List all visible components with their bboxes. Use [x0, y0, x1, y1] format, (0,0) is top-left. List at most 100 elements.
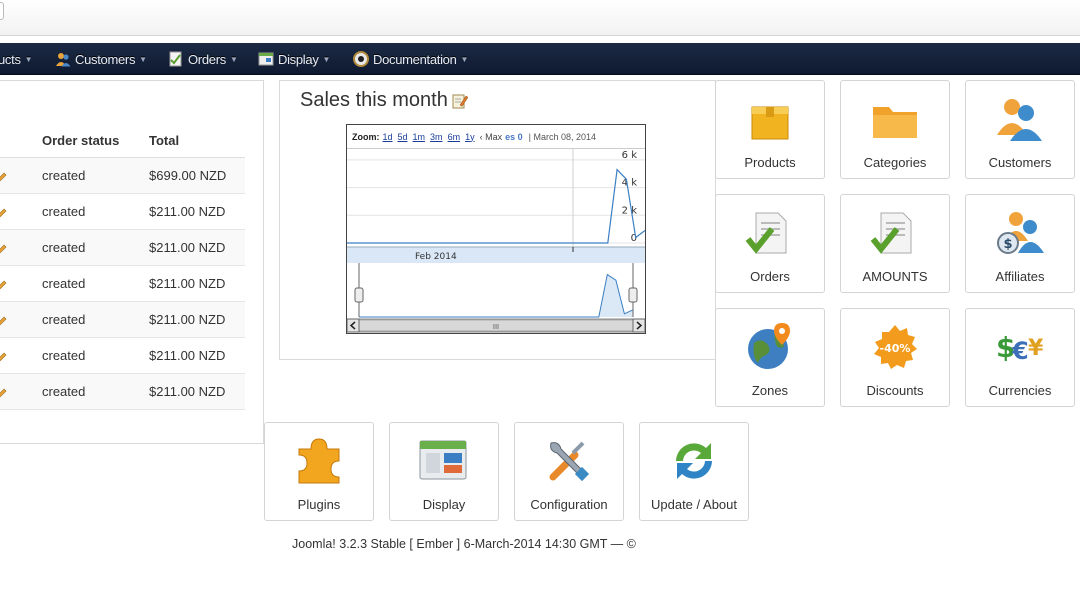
tile-label: Discounts	[866, 383, 924, 398]
table-row[interactable]: created $211.00 NZD	[0, 373, 245, 410]
pencil-icon[interactable]	[0, 351, 7, 361]
sales-chart: Zoom: 1d 5d 1m 3m 6m 1y ‹ Max es 0 | Mar…	[346, 124, 646, 334]
chart-navigator-area	[359, 269, 633, 317]
order-total-cell: $699.00 NZD	[149, 157, 245, 194]
tile-plugins[interactable]: Plugins	[264, 422, 374, 521]
row-edit-cell[interactable]	[0, 337, 42, 374]
tile-label: Products	[744, 155, 796, 170]
zoom-1y[interactable]: 1y	[465, 132, 475, 142]
caret-down-icon: ▼	[24, 54, 33, 64]
discount-badge-icon: -40%	[874, 325, 917, 369]
chart-series-line	[347, 168, 645, 244]
pencil-icon[interactable]	[0, 243, 7, 253]
update-icon	[676, 443, 712, 479]
tile-label: Zones	[751, 383, 789, 398]
tile-amounts[interactable]: AMOUNTS	[840, 194, 950, 293]
browser-top-bar	[0, 0, 1080, 36]
nav-item-customers[interactable]: Customers ▼	[55, 43, 147, 75]
navigator-right-handle[interactable]	[628, 287, 638, 303]
table-row[interactable]: created $699.00 NZD	[0, 157, 245, 194]
customers-people-icon	[997, 99, 1042, 141]
sales-title-text: Sales this month	[300, 89, 448, 111]
scroll-left-button[interactable]	[347, 318, 360, 333]
sales-this-month-panel: Sales this month Zoom: 1d 5d 1m 3m 6m 1y…	[279, 80, 716, 360]
table-row[interactable]: created $211.00 NZD	[0, 265, 245, 302]
tile-label: Configuration	[530, 497, 608, 512]
tile-customers[interactable]: Customers	[965, 80, 1075, 179]
order-status-cell: created	[42, 229, 149, 266]
nav-item-products[interactable]: ucts ▼	[0, 43, 33, 75]
row-edit-cell[interactable]	[0, 157, 42, 194]
table-row[interactable]: created $211.00 NZD	[0, 301, 245, 338]
nav-item-orders[interactable]: Orders ▼	[168, 43, 238, 75]
zoom-3m[interactable]: 3m	[430, 132, 443, 142]
tile-categories[interactable]: Categories	[840, 80, 950, 179]
tile-display[interactable]: Display	[389, 422, 499, 521]
zoom-max[interactable]: ‹ Max	[480, 132, 503, 142]
tile-currencies[interactable]: $ € ¥ Currencies	[965, 308, 1075, 407]
nav-item-label: Orders	[188, 51, 226, 67]
zoom-1d[interactable]: 1d	[383, 132, 393, 142]
zoom-es-value: es 0	[505, 131, 523, 142]
tile-discounts[interactable]: -40% Discounts	[840, 308, 950, 407]
nav-item-display[interactable]: Display ▼	[258, 43, 330, 75]
tile-affiliates[interactable]: $ Affiliates	[965, 194, 1075, 293]
footer-version: Joomla! 3.2.3 Stable [ Ember ] 6-March-2…	[292, 537, 636, 551]
svg-text:¥: ¥	[1028, 336, 1044, 361]
nav-item-documentation[interactable]: Documentation ▼	[353, 43, 468, 75]
orders-icon	[169, 51, 182, 67]
tile-zones[interactable]: Zones	[715, 308, 825, 407]
caret-down-icon: ▼	[229, 54, 238, 64]
tile-label: Display	[422, 497, 466, 512]
order-status-cell: created	[42, 265, 149, 302]
main-navbar: ucts ▼ Customers ▼ Orders ▼ Display ▼ Do…	[0, 43, 1080, 75]
puzzle-icon	[298, 438, 340, 484]
zoom-6m[interactable]: 6m	[448, 132, 461, 142]
tile-products[interactable]: Products	[715, 80, 825, 179]
chart-y-tick-label: 6 k	[622, 150, 638, 161]
pencil-icon[interactable]	[0, 171, 7, 181]
tile-label: Customers	[988, 155, 1052, 170]
svg-text:€: €	[1011, 337, 1029, 365]
tile-update-about[interactable]: Update / About	[639, 422, 749, 521]
zoom-label: Zoom:	[352, 131, 380, 142]
tile-configuration[interactable]: Configuration	[514, 422, 624, 521]
affiliates-icon: $	[997, 212, 1044, 254]
products-box-icon	[751, 106, 789, 140]
tile-label: Categories	[863, 155, 927, 170]
total-header: Total	[149, 125, 245, 158]
row-edit-cell[interactable]	[0, 373, 42, 410]
order-total-cell: $211.00 NZD	[149, 301, 245, 338]
orders-table-header: Order status Total	[0, 125, 245, 158]
edit-note-icon[interactable]	[452, 93, 468, 109]
caret-down-icon: ▼	[460, 54, 469, 64]
row-edit-cell[interactable]	[0, 229, 42, 266]
row-edit-cell[interactable]	[0, 301, 42, 338]
latest-orders-panel: Order status Total created $699.00 NZD cre…	[0, 80, 264, 444]
folder-icon	[873, 107, 917, 138]
tile-orders[interactable]: Orders	[715, 194, 825, 293]
table-row[interactable]: created $211.00 NZD	[0, 337, 245, 374]
order-total-cell: $211.00 NZD	[149, 265, 245, 302]
amounts-check-icon	[870, 212, 912, 254]
pencil-icon[interactable]	[0, 315, 7, 325]
table-row[interactable]: created $211.00 NZD	[0, 193, 245, 230]
order-status-cell: created	[42, 337, 149, 374]
order-status-cell: created	[42, 373, 149, 410]
order-total-cell: $211.00 NZD	[149, 193, 245, 230]
zoom-5d[interactable]: 5d	[398, 132, 408, 142]
table-row[interactable]: created $211.00 NZD	[0, 229, 245, 266]
chart-x-tick-label: Feb 2014	[415, 252, 457, 262]
svg-text:$: $	[1003, 237, 1012, 252]
pencil-icon[interactable]	[0, 207, 7, 217]
top-bar-button-stub[interactable]	[0, 2, 4, 20]
row-edit-cell[interactable]	[0, 265, 42, 302]
currency-icon: $€ ¥	[996, 331, 1044, 365]
scroll-right-button[interactable]	[632, 318, 645, 333]
row-edit-cell[interactable]	[0, 193, 42, 230]
sales-title: Sales this month	[300, 89, 468, 112]
pencil-icon[interactable]	[0, 279, 7, 289]
navigator-left-handle[interactable]	[354, 287, 364, 303]
pencil-icon[interactable]	[0, 387, 7, 397]
zoom-1m[interactable]: 1m	[413, 132, 426, 142]
